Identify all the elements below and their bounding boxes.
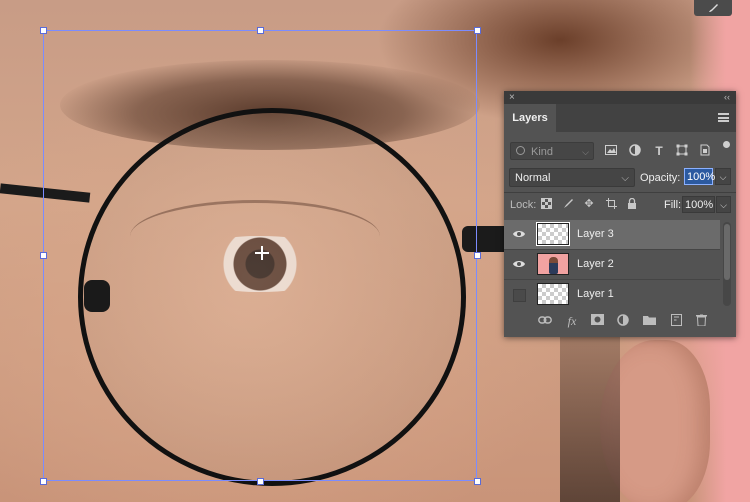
lock-position-icon[interactable]: ✥ — [583, 198, 595, 210]
visibility-toggle-empty[interactable] — [513, 289, 526, 302]
layer-thumbnail — [537, 253, 569, 275]
blend-mode-select[interactable]: Normal ⌵ — [509, 168, 635, 187]
add-mask-icon[interactable] — [590, 314, 604, 328]
lock-image-pixels-icon[interactable] — [562, 198, 574, 210]
fill-input[interactable]: 100% — [682, 196, 715, 213]
layer-row-layer-2[interactable]: Layer 2 — [504, 250, 720, 280]
layers-bottom-bar: fx — [504, 306, 736, 337]
transform-handle-bottom-right[interactable] — [474, 478, 481, 485]
transform-handle-right[interactable] — [474, 252, 481, 259]
transform-handle-bottom-left[interactable] — [40, 478, 47, 485]
layer-row-layer-3[interactable]: Layer 3 — [504, 220, 720, 250]
opacity-input[interactable]: 100% — [684, 168, 715, 185]
link-layers-icon[interactable] — [538, 314, 552, 328]
fill-label: Fill: — [664, 199, 682, 211]
transform-handle-left[interactable] — [40, 252, 47, 259]
layer-filter-row: Kind ⌵ T — [504, 140, 736, 164]
tab-layers[interactable]: Layers — [504, 104, 556, 132]
blend-row: Normal ⌵ Opacity: 100% ⌵ — [504, 166, 736, 190]
layer-name: Layer 1 — [577, 288, 614, 300]
layers-panel: × ‹‹ Layers Kind ⌵ T Normal ⌵ Opacity: 1… — [504, 91, 736, 337]
blend-mode-value: Normal — [515, 172, 551, 184]
new-layer-icon[interactable] — [669, 314, 683, 328]
group-folder-icon[interactable] — [642, 314, 656, 328]
visibility-eye-icon[interactable] — [512, 258, 526, 270]
visibility-eye-icon[interactable] — [512, 228, 526, 240]
panel-tab-bar: Layers — [504, 104, 736, 132]
layer-row-layer-1[interactable]: Layer 1 — [504, 280, 720, 305]
layers-list: Layer 3 Layer 2 Layer 1 — [504, 220, 720, 305]
transform-handle-top-left[interactable] — [40, 27, 47, 34]
search-icon — [516, 146, 525, 155]
layer-thumbnail — [537, 283, 569, 305]
filter-type-icon[interactable]: T — [652, 144, 666, 158]
layer-effects-icon[interactable]: fx — [565, 314, 579, 328]
lock-artboard-icon[interactable] — [605, 198, 617, 210]
brush-icon — [709, 4, 718, 12]
filter-smart-object-icon[interactable] — [698, 144, 712, 158]
filter-shape-icon[interactable] — [675, 144, 689, 158]
transform-handle-top-right[interactable] — [474, 27, 481, 34]
fill-slider-toggle[interactable]: ⌵ — [716, 196, 731, 213]
beard-region — [560, 330, 620, 502]
chevron-down-icon: ⌵ — [582, 147, 589, 157]
panel-menu-icon[interactable] — [718, 113, 729, 122]
opacity-label: Opacity: — [640, 172, 681, 184]
chevron-down-icon: ⌵ — [621, 173, 629, 184]
adjustment-layer-icon[interactable] — [616, 314, 630, 328]
filter-adjustment-icon[interactable] — [628, 144, 642, 158]
lock-transparent-pixels-icon[interactable] — [540, 198, 552, 210]
filter-kind-select[interactable]: Kind ⌵ — [510, 142, 594, 160]
close-panel-icon[interactable]: × — [509, 91, 515, 104]
transform-bounding-box[interactable] — [43, 30, 477, 481]
brush-tool-button[interactable] — [694, 0, 732, 16]
lock-label: Lock: — [510, 199, 537, 211]
opacity-slider-toggle[interactable]: ⌵ — [715, 168, 731, 185]
layer-thumbnail — [536, 222, 570, 246]
filter-pixel-icon[interactable] — [604, 144, 618, 158]
filter-toggle-icon[interactable] — [723, 141, 730, 148]
panel-title-strip: × ‹‹ — [504, 91, 736, 104]
trash-icon[interactable] — [694, 313, 708, 328]
scrollbar-thumb[interactable] — [724, 224, 730, 280]
layers-scrollbar[interactable] — [723, 222, 731, 306]
collapse-panel-icon[interactable]: ‹‹ — [724, 91, 730, 104]
filter-kind-label: Kind — [531, 146, 554, 158]
transform-handle-top[interactable] — [257, 27, 264, 34]
layer-name: Layer 2 — [577, 258, 614, 270]
transform-handle-bottom[interactable] — [257, 478, 264, 485]
layer-name: Layer 3 — [577, 228, 614, 240]
lock-all-icon[interactable] — [626, 197, 638, 210]
person-thumbnail-figure — [549, 257, 558, 274]
lock-row: Lock: ✥ Fill: 100% ⌵ — [504, 193, 736, 217]
